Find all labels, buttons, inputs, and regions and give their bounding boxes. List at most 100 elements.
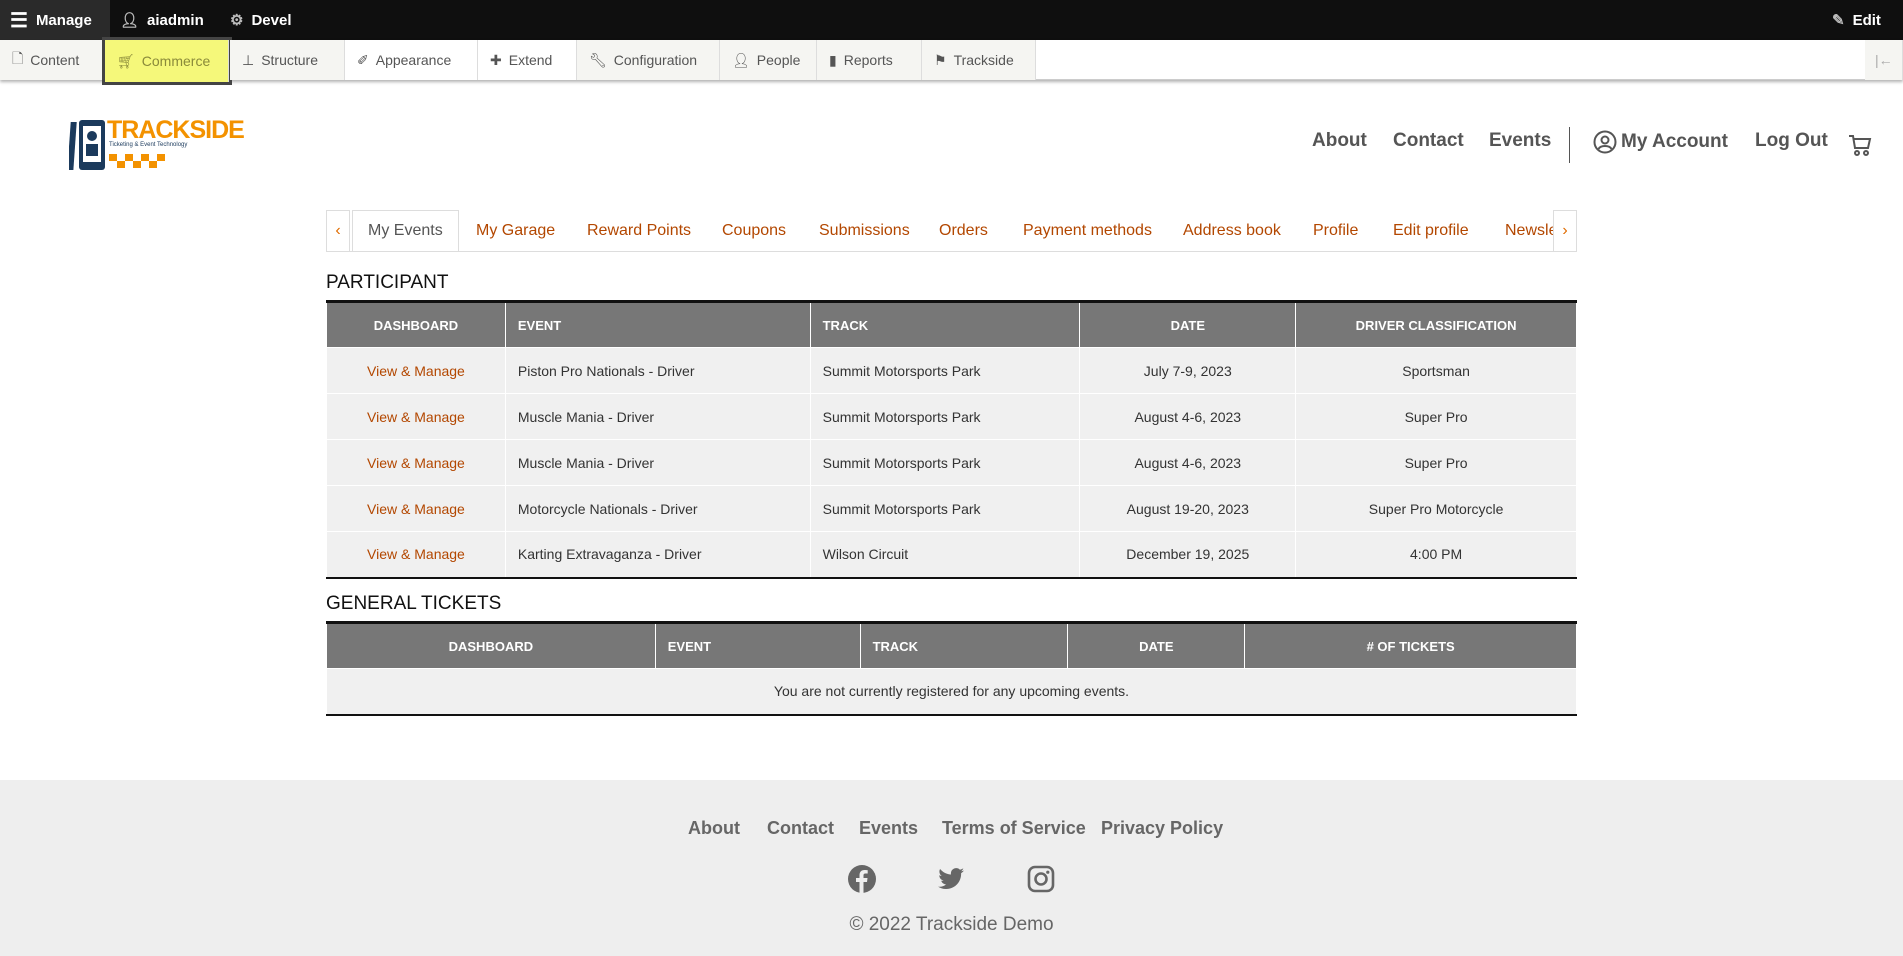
footer-contact[interactable]: Contact	[767, 818, 834, 839]
gear-icon: ⚙	[230, 12, 244, 29]
empty-message: You are not currently registered for any…	[326, 668, 1577, 715]
people-icon: 👤︎	[732, 51, 750, 68]
col-event: EVENT	[654, 622, 861, 669]
logo-text: TRACKSIDE	[107, 116, 245, 144]
file-icon: 🗋	[12, 50, 24, 66]
tab-profile[interactable]: Profile	[1313, 210, 1358, 251]
nav-my-account[interactable]: My Account	[1593, 130, 1728, 154]
tray-appearance[interactable]: ✐ Appearance	[345, 40, 478, 80]
event-cell: Motorcycle Nationals - Driver	[504, 485, 811, 532]
tab-reward-points[interactable]: Reward Points	[587, 210, 691, 251]
general-tickets-heading: GENERAL TICKETS	[326, 593, 502, 614]
table-row: View & Manage Muscle Mania - Driver Summit…	[326, 393, 1577, 440]
footer-privacy[interactable]: Privacy Policy	[1101, 818, 1223, 839]
dashboard-cell: View & Manage	[326, 347, 506, 394]
nav-about[interactable]: About	[1312, 130, 1367, 152]
devel-button[interactable]: ⚙ Devel	[230, 0, 291, 40]
general-tickets-table: DASHBOARD EVENT TRACK DATE # OF TICKETS …	[326, 621, 1577, 716]
collapse-tray-button[interactable]: |←	[1865, 40, 1903, 80]
col-tickets: # OF TICKETS	[1244, 622, 1577, 669]
date-cell: August 4-6, 2023	[1079, 439, 1297, 486]
instagram-icon[interactable]	[1026, 864, 1056, 894]
col-track: TRACK	[809, 301, 1081, 348]
participant-heading: PARTICIPANT	[326, 272, 449, 293]
logo-tagline: Ticketing & Event Technology	[109, 142, 188, 148]
tab-orders[interactable]: Orders	[939, 210, 988, 251]
col-dashboard: DASHBOARD	[326, 301, 506, 348]
footer-about[interactable]: About	[688, 818, 740, 839]
event-cell: Muscle Mania - Driver	[504, 439, 811, 486]
track-cell: Wilson Circuit	[809, 531, 1081, 578]
date-cell: July 7-9, 2023	[1079, 347, 1297, 394]
view-manage-link[interactable]: View & Manage	[367, 546, 465, 562]
classification-cell: 4:00 PM	[1295, 531, 1577, 578]
nav-events[interactable]: Events	[1489, 130, 1551, 152]
nav-log-out[interactable]: Log Out	[1755, 130, 1828, 152]
wrench-icon: 🔧︎	[589, 51, 607, 68]
tab-newsletter[interactable]: Newsle	[1505, 210, 1557, 251]
dashboard-cell: View & Manage	[326, 531, 506, 578]
tabs-scroll-left[interactable]: ‹	[326, 210, 350, 251]
col-classification: DRIVER CLASSIFICATION	[1295, 301, 1577, 348]
dashboard-cell: View & Manage	[326, 485, 506, 532]
user-button[interactable]: 👤︎ aiadmin	[120, 0, 204, 40]
copyright: © 2022 Trackside Demo	[849, 914, 1054, 935]
collapse-icon: |←	[1875, 52, 1893, 68]
cart-icon[interactable]	[1848, 133, 1872, 157]
empty-row: You are not currently registered for any…	[326, 668, 1577, 715]
nav-contact[interactable]: Contact	[1393, 130, 1464, 152]
tray-commerce[interactable]: 🛒︎ Commerce	[102, 37, 232, 85]
bar-chart-icon: ▮	[829, 51, 837, 68]
tray-extend[interactable]: ✚ Extend	[478, 40, 577, 80]
tab-edit-profile[interactable]: Edit profile	[1393, 210, 1469, 251]
footer-events[interactable]: Events	[859, 818, 918, 839]
user-circle-icon	[1593, 130, 1617, 154]
pencil-icon: ✎	[1832, 12, 1845, 29]
manage-button[interactable]: ☰ Manage	[0, 0, 110, 40]
tray-people[interactable]: 👤︎ People	[720, 40, 817, 80]
nav-divider	[1569, 127, 1570, 163]
col-event: EVENT	[504, 301, 811, 348]
twitter-icon[interactable]	[936, 864, 966, 894]
tray-structure[interactable]: ⊥ Structure	[230, 40, 345, 80]
date-cell: August 19-20, 2023	[1079, 485, 1297, 532]
event-cell: Piston Pro Nationals - Driver	[504, 347, 811, 394]
tab-coupons[interactable]: Coupons	[722, 210, 786, 251]
dashboard-cell: View & Manage	[326, 439, 506, 486]
account-tabs: ‹ My Events My Garage Reward Points Coup…	[326, 210, 1577, 252]
view-manage-link[interactable]: View & Manage	[367, 409, 465, 425]
footer-terms[interactable]: Terms of Service	[942, 818, 1086, 839]
event-cell: Muscle Mania - Driver	[504, 393, 811, 440]
tab-payment-methods[interactable]: Payment methods	[1023, 210, 1152, 251]
tab-my-garage[interactable]: My Garage	[476, 210, 555, 251]
edit-button[interactable]: ✎ Edit	[1832, 0, 1881, 40]
puzzle-icon: ✚	[490, 51, 502, 68]
checkered-flag-icon: ⚑	[934, 51, 947, 68]
tray-content[interactable]: 🗋 Content	[0, 40, 104, 80]
classification-cell: Super Pro Motorcycle	[1295, 485, 1577, 532]
tab-submissions[interactable]: Submissions	[819, 210, 910, 251]
view-manage-link[interactable]: View & Manage	[367, 455, 465, 471]
classification-cell: Super Pro	[1295, 393, 1577, 440]
hamburger-icon: ☰	[10, 9, 28, 32]
cart-icon: 🛒︎	[117, 52, 135, 69]
admin-tray: 🗋 Content 🛒︎ Commerce ⊥ Structure ✐ Appearan…	[0, 37, 1903, 85]
view-manage-link[interactable]: View & Manage	[367, 363, 465, 379]
track-cell: Summit Motorsports Park	[809, 347, 1081, 394]
facebook-icon[interactable]	[847, 864, 877, 894]
tray-configuration[interactable]: 🔧︎ Configuration	[577, 40, 720, 80]
tabs-scroll-right[interactable]: ›	[1553, 210, 1577, 251]
brush-icon: ✐	[357, 51, 369, 68]
tray-trackside[interactable]: ⚑ Trackside	[922, 40, 1036, 80]
track-cell: Summit Motorsports Park	[809, 439, 1081, 486]
track-cell: Summit Motorsports Park	[809, 393, 1081, 440]
tab-address-book[interactable]: Address book	[1183, 210, 1281, 251]
tray-reports[interactable]: ▮ Reports	[817, 40, 922, 80]
site-logo[interactable]: TRACKSIDE Ticketing & Event Technology	[67, 116, 245, 172]
col-date: DATE	[1079, 301, 1297, 348]
tab-my-events[interactable]: My Events	[352, 210, 459, 251]
view-manage-link[interactable]: View & Manage	[367, 501, 465, 517]
table-row: View & Manage Karting Extravaganza - Driv…	[326, 531, 1577, 578]
track-cell: Summit Motorsports Park	[809, 485, 1081, 532]
date-cell: December 19, 2025	[1079, 531, 1297, 578]
